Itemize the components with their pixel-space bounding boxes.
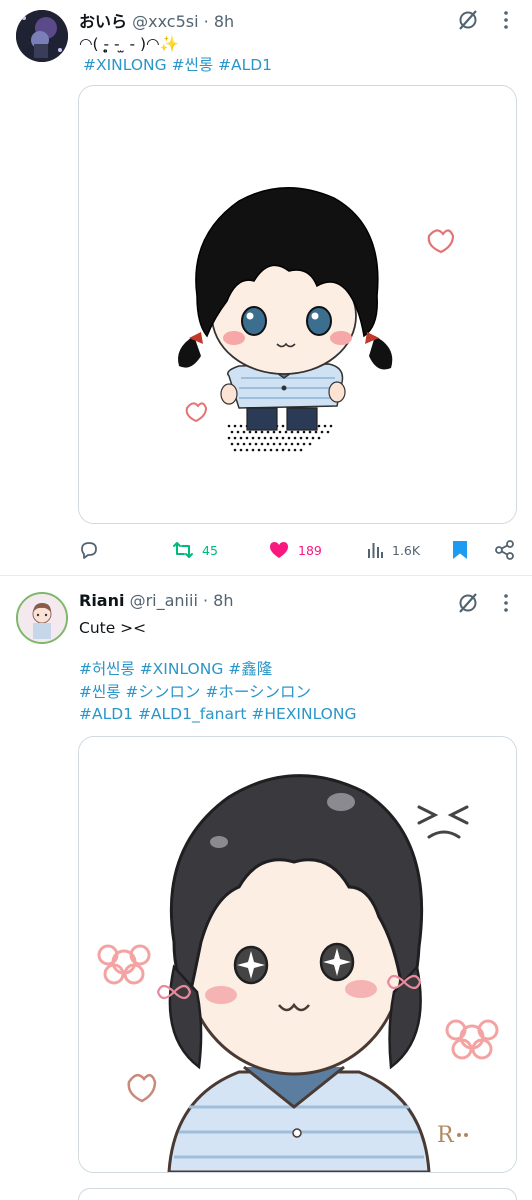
retweet-button[interactable]: 45	[172, 535, 218, 565]
tweet-text: Cute ><	[79, 619, 147, 637]
like-count: 189	[298, 542, 322, 558]
tweet-2[interactable]: Riani @ri_aniii · 8h Cute >< #허씬롱 #XINLO…	[0, 576, 532, 1200]
more-options-icon[interactable]	[496, 592, 516, 614]
share-button[interactable]	[494, 535, 516, 565]
bookmark-icon	[453, 541, 467, 559]
views-count: 1.6K	[392, 542, 421, 558]
share-icon	[495, 540, 514, 560]
handle[interactable]: @xxc5si	[132, 12, 198, 31]
reply-button[interactable]	[79, 535, 99, 565]
tweet-header: おいら @xxc5si · 8h	[79, 8, 234, 32]
tweet-image[interactable]	[78, 85, 517, 524]
next-tweet-card-edge	[78, 1188, 517, 1200]
retweet-count: 45	[202, 542, 218, 558]
avatar[interactable]	[16, 10, 68, 62]
hashtag-line-2: #씬롱 #シンロン #ホーシンロン	[79, 681, 311, 703]
retweet-icon	[173, 542, 193, 558]
hashtags-line[interactable]: #XINLONG #씬롱 #ALD1	[83, 56, 272, 74]
tweet-text: ◠( ‐̥̥̥̥̥̥̥̥̥̥̥̥̥̥̥̥̥̥̥̥̥̥ - ̫ - )◠✨	[79, 35, 179, 53]
hashtag-line-1: #허씬롱 #XINLONG #鑫隆	[79, 658, 272, 680]
bookmark-button[interactable]	[451, 535, 469, 565]
display-name[interactable]: おいら	[79, 12, 127, 31]
artist-signature: R	[437, 1123, 455, 1148]
hashtag-line-3: #ALD1 #ALD1_fanart #HEXINLONG	[79, 703, 357, 725]
hashtags-line[interactable]: #ALD1 #ALD1_fanart #HEXINLONG	[79, 705, 357, 723]
separator-dot: ·	[202, 591, 209, 610]
tweet-hashtags: #XINLONG #씬롱 #ALD1	[83, 54, 272, 76]
avatar[interactable]	[16, 592, 68, 644]
views-button[interactable]: 1.6K	[366, 535, 420, 565]
handle[interactable]: @ri_aniii	[130, 591, 198, 610]
timestamp[interactable]: 8h	[213, 591, 233, 610]
separator-dot: ·	[203, 12, 209, 31]
tweet-header: Riani @ri_aniii · 8h	[79, 591, 234, 610]
reply-icon	[81, 542, 97, 559]
tweet-1[interactable]: おいら @xxc5si · 8h ◠( ‐̥̥̥̥̥̥̥̥̥̥̥̥̥̥̥̥̥̥̥…	[0, 0, 532, 575]
more-options-icon[interactable]	[496, 9, 516, 31]
tweet-actions: 45 189 1.6K	[0, 535, 532, 565]
like-button[interactable]: 189	[268, 535, 322, 565]
hashtags-line[interactable]: #허씬롱 #XINLONG #鑫隆	[79, 660, 272, 678]
heart-icon	[270, 542, 288, 558]
views-icon	[368, 543, 383, 558]
tweet-image[interactable]: R	[78, 736, 517, 1173]
display-name[interactable]: Riani	[79, 591, 124, 610]
grok-icon[interactable]	[457, 592, 479, 614]
grok-icon[interactable]	[457, 9, 479, 31]
timestamp[interactable]: 8h	[214, 12, 234, 31]
hashtags-line[interactable]: #씬롱 #シンロン #ホーシンロン	[79, 683, 311, 701]
